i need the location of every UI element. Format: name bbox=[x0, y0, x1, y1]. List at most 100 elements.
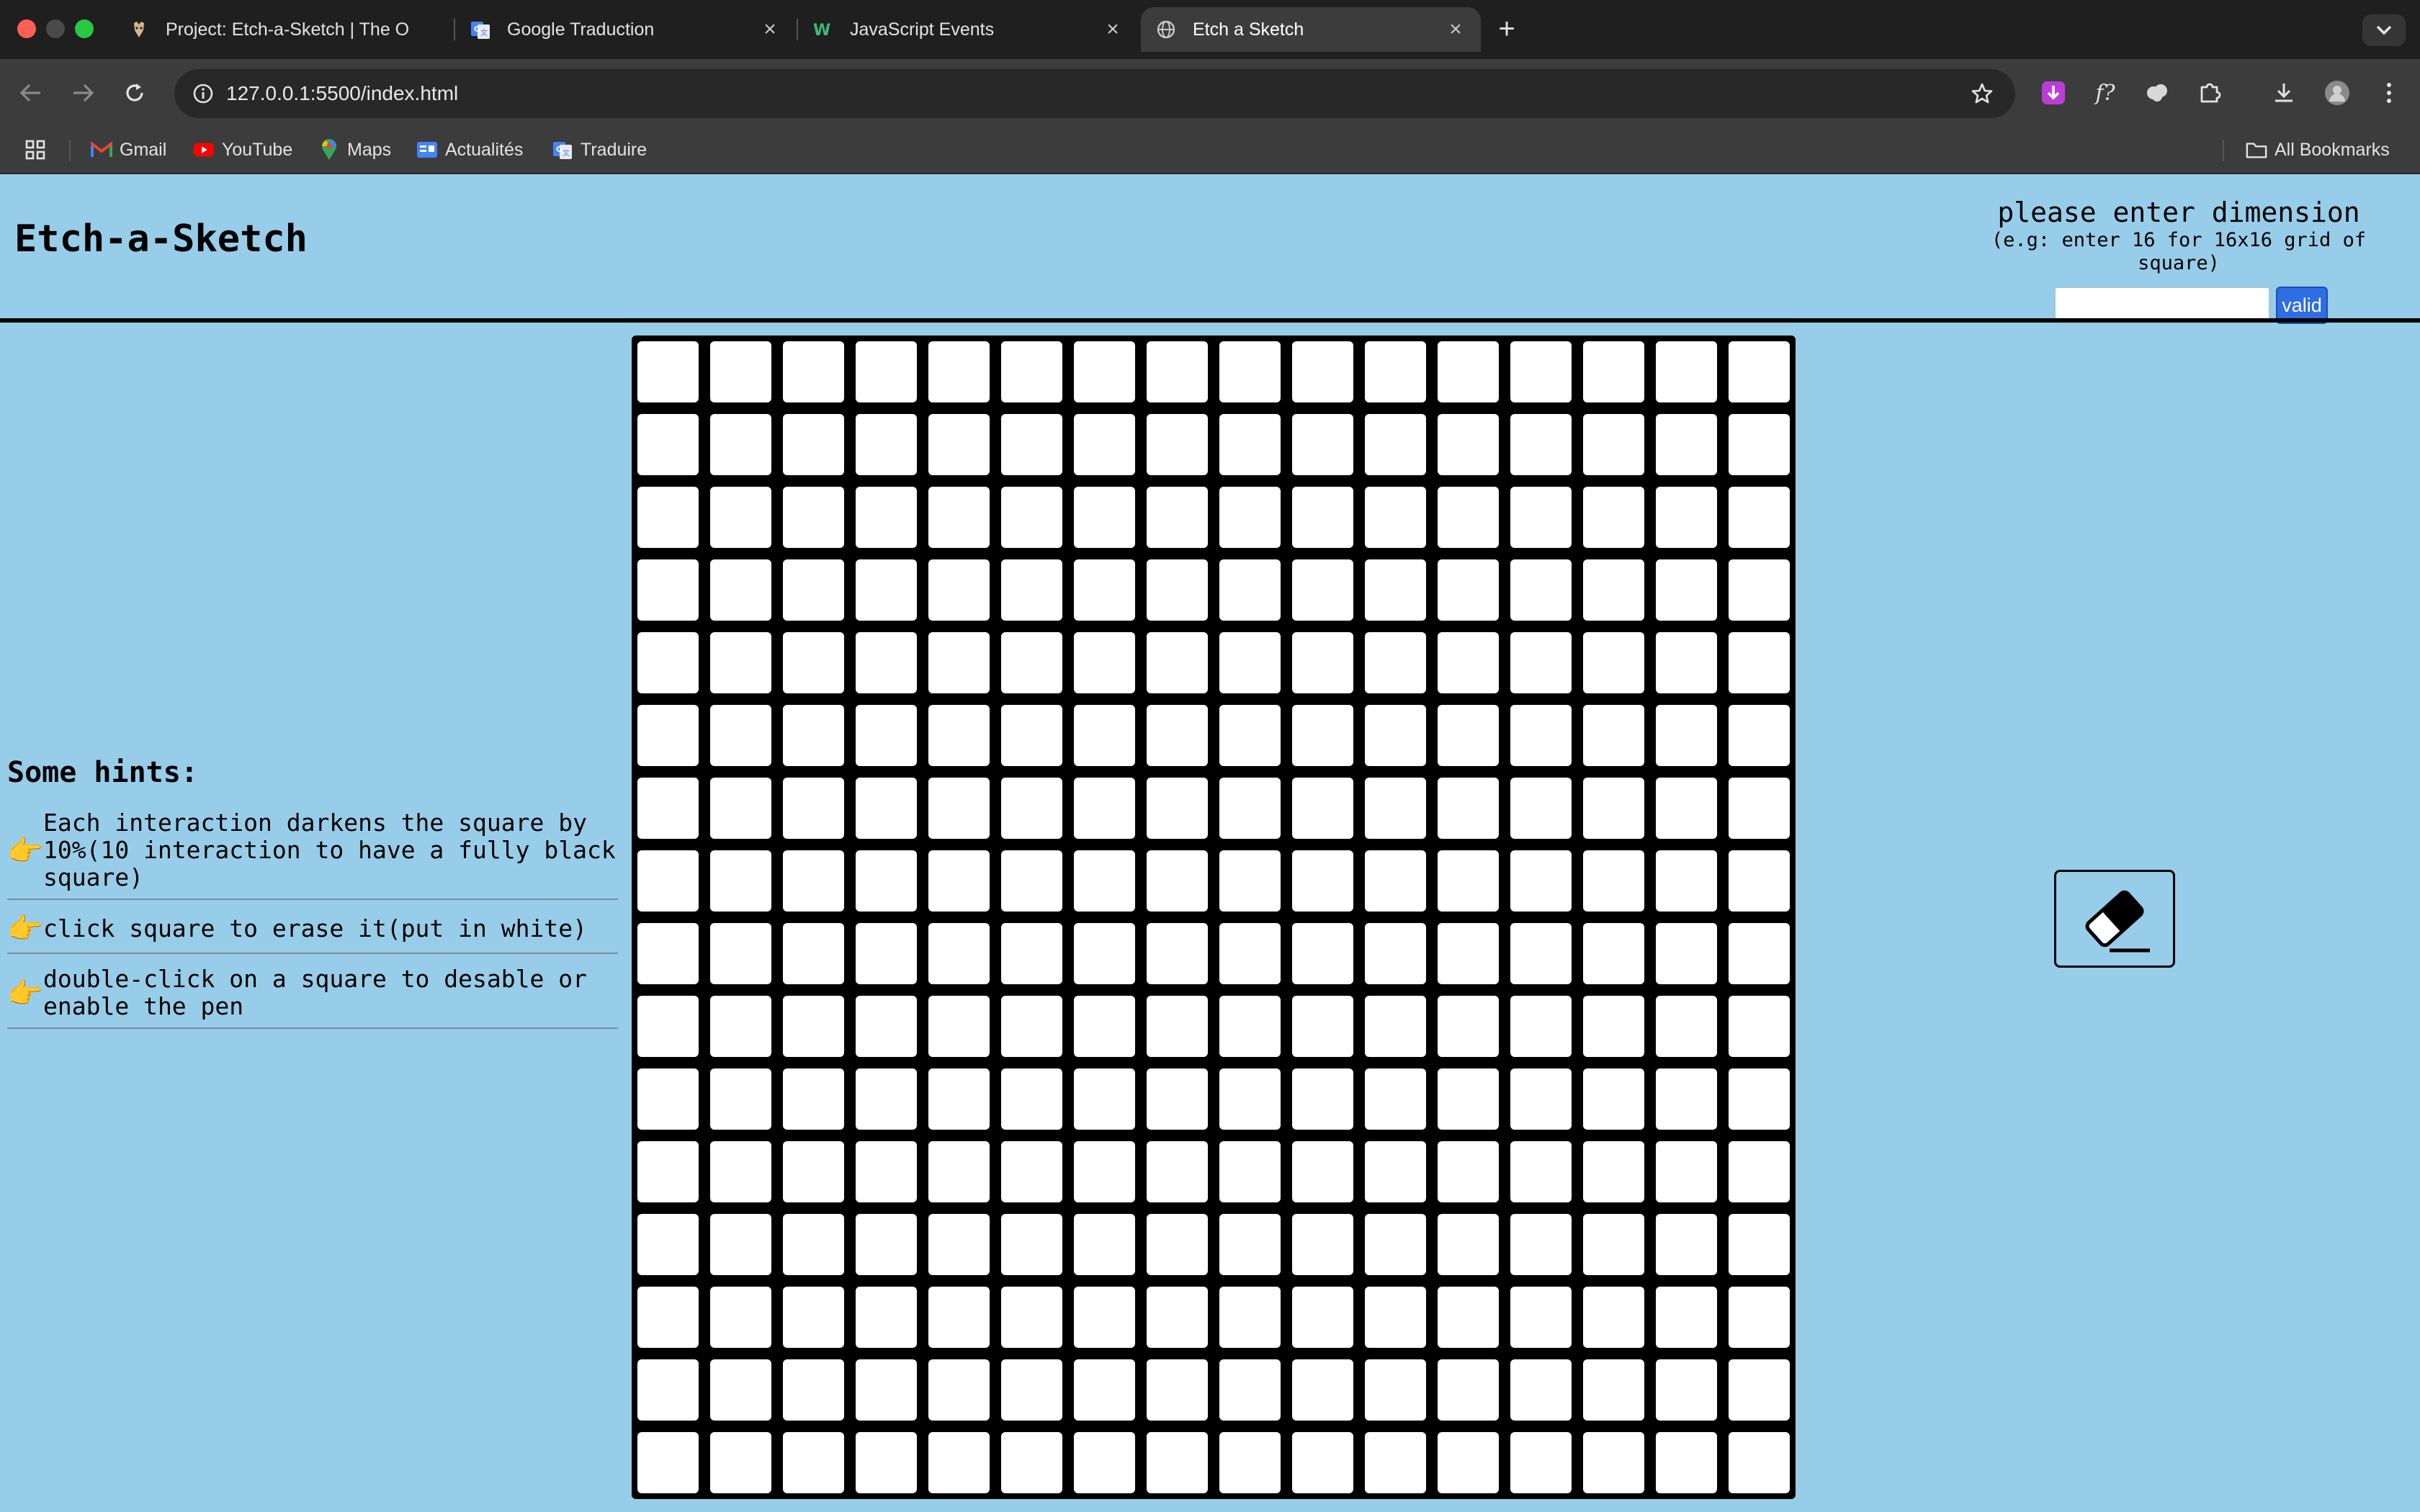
back-button[interactable] bbox=[13, 75, 49, 111]
grid-square[interactable] bbox=[1510, 487, 1572, 548]
grid-square[interactable] bbox=[1219, 1359, 1281, 1421]
grid-square[interactable] bbox=[1729, 1068, 1790, 1130]
grid-square[interactable] bbox=[1583, 414, 1644, 475]
grid-square[interactable] bbox=[1219, 1287, 1281, 1348]
grid-square[interactable] bbox=[1656, 923, 1717, 984]
grid-square[interactable] bbox=[1001, 1068, 1062, 1130]
download-extension-icon[interactable] bbox=[2037, 76, 2070, 109]
grid-square[interactable] bbox=[1292, 1141, 1353, 1202]
cookie-extension-icon[interactable] bbox=[2141, 76, 2174, 109]
grid-square[interactable] bbox=[1074, 1068, 1135, 1130]
grid-square[interactable] bbox=[1729, 850, 1790, 912]
grid-square[interactable] bbox=[1147, 559, 1208, 621]
grid-square[interactable] bbox=[783, 705, 844, 766]
grid-square[interactable] bbox=[783, 850, 844, 912]
grid-square[interactable] bbox=[1656, 778, 1717, 839]
grid-square[interactable] bbox=[1583, 559, 1644, 621]
grid-square[interactable] bbox=[637, 559, 699, 621]
grid-square[interactable] bbox=[637, 632, 699, 693]
tab-close-icon[interactable]: × bbox=[759, 17, 781, 41]
grid-square[interactable] bbox=[1001, 1359, 1062, 1421]
grid-square[interactable] bbox=[710, 632, 771, 693]
grid-square[interactable] bbox=[783, 1287, 844, 1348]
grid-square[interactable] bbox=[1729, 705, 1790, 766]
grid-square[interactable] bbox=[856, 487, 917, 548]
grid-square[interactable] bbox=[1583, 632, 1644, 693]
grid-square[interactable] bbox=[1147, 1287, 1208, 1348]
grid-square[interactable] bbox=[1001, 632, 1062, 693]
grid-square[interactable] bbox=[783, 559, 844, 621]
grid-square[interactable] bbox=[783, 1141, 844, 1202]
grid-square[interactable] bbox=[1147, 996, 1208, 1057]
bookmark-actualites[interactable]: Actualités bbox=[416, 135, 523, 164]
grid-square[interactable] bbox=[1074, 923, 1135, 984]
grid-square[interactable] bbox=[928, 996, 990, 1057]
grid-square[interactable] bbox=[1292, 487, 1353, 548]
grid-square[interactable] bbox=[1365, 414, 1426, 475]
grid-square[interactable] bbox=[1583, 341, 1644, 402]
bookmark-youtube[interactable]: YouTube bbox=[193, 135, 292, 164]
grid-square[interactable] bbox=[1001, 996, 1062, 1057]
grid-square[interactable] bbox=[1001, 1141, 1062, 1202]
grid-square[interactable] bbox=[783, 996, 844, 1057]
maximize-window-button[interactable] bbox=[75, 19, 94, 38]
grid-square[interactable] bbox=[783, 1214, 844, 1275]
grid-square[interactable] bbox=[928, 1287, 990, 1348]
grid-square[interactable] bbox=[1219, 632, 1281, 693]
apps-grid-button[interactable] bbox=[24, 135, 46, 164]
grid-square[interactable] bbox=[1292, 1432, 1353, 1493]
grid-square[interactable] bbox=[1656, 705, 1717, 766]
grid-square[interactable] bbox=[1365, 1214, 1426, 1275]
grid-square[interactable] bbox=[1147, 341, 1208, 402]
grid-square[interactable] bbox=[1074, 487, 1135, 548]
grid-square[interactable] bbox=[710, 414, 771, 475]
grid-square[interactable] bbox=[1583, 850, 1644, 912]
grid-square[interactable] bbox=[1001, 1214, 1062, 1275]
grid-square[interactable] bbox=[1583, 996, 1644, 1057]
grid-square[interactable] bbox=[1365, 778, 1426, 839]
grid-square[interactable] bbox=[1365, 705, 1426, 766]
grid-square[interactable] bbox=[1001, 414, 1062, 475]
grid-square[interactable] bbox=[1001, 778, 1062, 839]
grid-square[interactable] bbox=[1219, 1141, 1281, 1202]
grid-square[interactable] bbox=[1510, 1359, 1572, 1421]
grid-square[interactable] bbox=[637, 850, 699, 912]
grid-square[interactable] bbox=[856, 414, 917, 475]
grid-square[interactable] bbox=[1365, 923, 1426, 984]
grid-square[interactable] bbox=[1365, 996, 1426, 1057]
grid-square[interactable] bbox=[1292, 1287, 1353, 1348]
grid-square[interactable] bbox=[637, 1287, 699, 1348]
grid-square[interactable] bbox=[1729, 1432, 1790, 1493]
grid-square[interactable] bbox=[783, 487, 844, 548]
grid-square[interactable] bbox=[637, 778, 699, 839]
grid-square[interactable] bbox=[1219, 1214, 1281, 1275]
grid-square[interactable] bbox=[856, 1214, 917, 1275]
grid-square[interactable] bbox=[928, 850, 990, 912]
grid-square[interactable] bbox=[1438, 559, 1499, 621]
grid-square[interactable] bbox=[1729, 632, 1790, 693]
grid-square[interactable] bbox=[1438, 996, 1499, 1057]
grid-square[interactable] bbox=[928, 1068, 990, 1130]
menu-dots-icon[interactable] bbox=[2372, 76, 2406, 109]
grid-square[interactable] bbox=[710, 705, 771, 766]
grid-square[interactable] bbox=[1510, 341, 1572, 402]
grid-square[interactable] bbox=[637, 1141, 699, 1202]
grid-square[interactable] bbox=[928, 414, 990, 475]
grid-square[interactable] bbox=[1583, 778, 1644, 839]
grid-square[interactable] bbox=[928, 1432, 990, 1493]
grid-square[interactable] bbox=[1438, 341, 1499, 402]
grid-square[interactable] bbox=[1292, 1359, 1353, 1421]
grid-square[interactable] bbox=[710, 778, 771, 839]
grid-square[interactable] bbox=[1729, 559, 1790, 621]
grid-square[interactable] bbox=[710, 341, 771, 402]
new-tab-button[interactable]: + bbox=[1491, 13, 1523, 45]
grid-square[interactable] bbox=[783, 778, 844, 839]
grid-square[interactable] bbox=[1656, 1214, 1717, 1275]
grid-square[interactable] bbox=[1074, 1214, 1135, 1275]
grid-square[interactable] bbox=[1656, 559, 1717, 621]
grid-square[interactable] bbox=[1219, 850, 1281, 912]
grid-square[interactable] bbox=[710, 996, 771, 1057]
extensions-puzzle-icon[interactable] bbox=[2194, 76, 2227, 109]
grid-square[interactable] bbox=[1219, 559, 1281, 621]
bookmark-maps[interactable]: Maps bbox=[318, 135, 391, 164]
